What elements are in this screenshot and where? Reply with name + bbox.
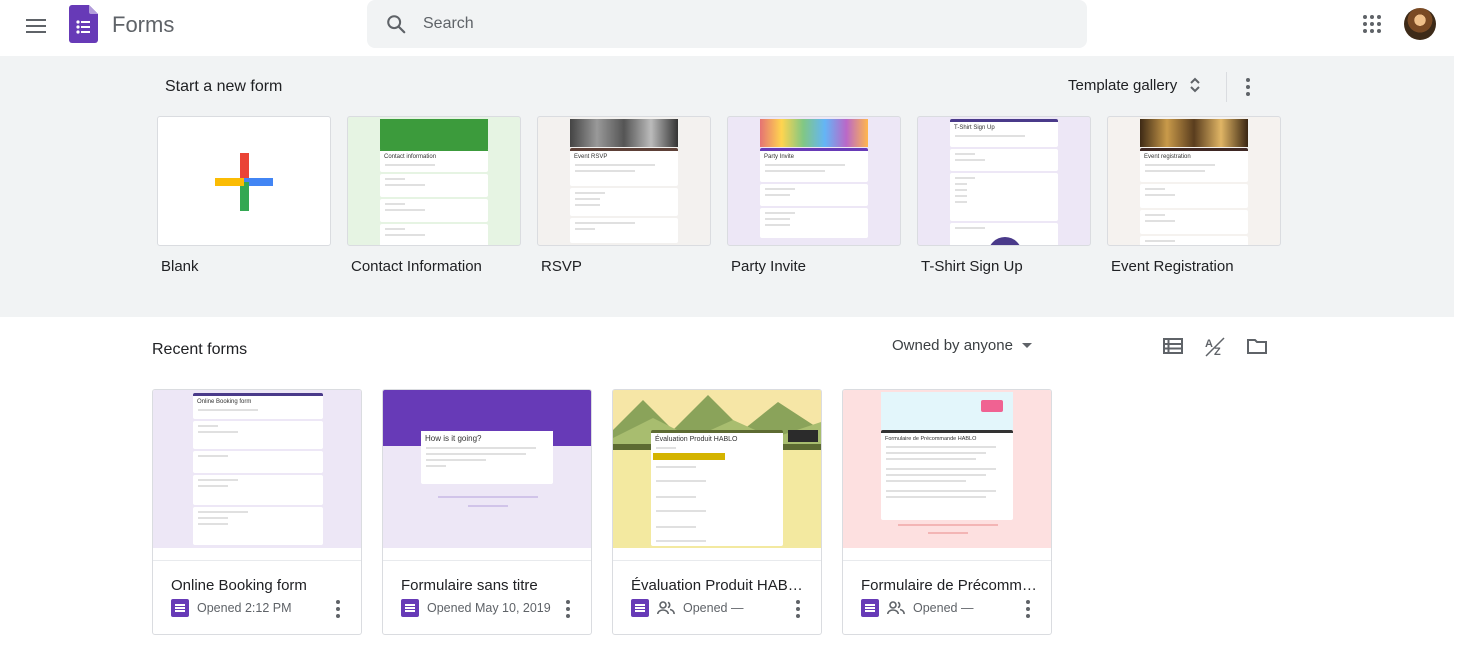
preview-title: Évaluation Produit HABLO: [655, 436, 738, 443]
preview-title: Party Invite: [764, 154, 795, 160]
search-icon[interactable]: [385, 13, 407, 35]
forms-logo-icon[interactable]: [69, 5, 98, 43]
form-meta: Opened 2:12 PM: [171, 598, 292, 618]
preview-title: How is it going?: [425, 434, 482, 443]
forms-icon: [631, 599, 649, 617]
template-event-card[interactable]: Event registration: [1107, 116, 1281, 246]
form-meta: Opened —: [861, 598, 973, 618]
arrow-drop-down-icon: [1021, 342, 1032, 348]
template-party-card[interactable]: Party Invite: [727, 116, 901, 246]
card-divider: [383, 560, 591, 561]
recent-forms-title: Recent forms: [152, 341, 248, 358]
template-rsvp[interactable]: Event RSVP RSVP: [537, 116, 711, 275]
form-name: Évaluation Produit HABLO: [631, 577, 807, 594]
shared-people-icon: [657, 601, 675, 615]
recent-form-card[interactable]: Formulaire de Précommande HABLO Formulai…: [842, 389, 1052, 635]
preview-title: Event registration: [1144, 154, 1191, 160]
more-vert-icon[interactable]: [793, 599, 803, 619]
card-divider: [843, 560, 1051, 561]
form-opened-time: Opened —: [683, 601, 744, 615]
form-thumbnail: How is it going?: [383, 390, 591, 548]
form-thumbnail: Évaluation Produit HABLO: [613, 390, 821, 548]
folder-icon[interactable]: [1246, 335, 1268, 357]
app-name[interactable]: Forms: [112, 12, 174, 38]
template-gallery-button[interactable]: Template gallery: [1068, 76, 1201, 94]
template-tshirt-card[interactable]: T-Shirt Sign Up: [917, 116, 1091, 246]
account-avatar[interactable]: [1404, 8, 1436, 40]
template-label: Event Registration: [1111, 258, 1234, 275]
recent-form-card[interactable]: Online Booking form Online Booking form …: [152, 389, 362, 635]
form-name: Online Booking form: [171, 577, 307, 594]
card-divider: [613, 560, 821, 561]
preview-title: Event RSVP: [574, 154, 608, 160]
forms-icon: [401, 599, 419, 617]
list-view-icon[interactable]: [1162, 335, 1184, 357]
template-label: Contact Information: [351, 258, 482, 275]
template-contact-information[interactable]: Contact information Contact Information: [347, 116, 521, 275]
form-name: Formulaire sans titre: [401, 577, 538, 594]
divider: [1226, 72, 1227, 102]
template-tshirt-sign-up[interactable]: T-Shirt Sign Up T-Shirt Sign Up: [917, 116, 1091, 275]
more-vert-icon[interactable]: [563, 599, 573, 619]
form-opened-time: Opened —: [913, 601, 974, 615]
form-meta: Opened May 10, 2019: [401, 598, 551, 618]
form-name: Formulaire de Précomma...: [861, 577, 1037, 594]
template-rsvp-card[interactable]: Event RSVP: [537, 116, 711, 246]
recent-form-card[interactable]: How is it going? Formulaire sans titre O…: [382, 389, 592, 635]
google-apps-icon[interactable]: [1362, 14, 1382, 34]
form-thumbnail: Formulaire de Précommande HABLO: [843, 390, 1051, 548]
form-meta: Opened —: [631, 598, 743, 618]
template-contact-card[interactable]: Contact information: [347, 116, 521, 246]
more-vert-icon[interactable]: [333, 599, 343, 619]
template-party-invite[interactable]: Party Invite Party Invite: [727, 116, 901, 275]
template-event-registration[interactable]: Event registration Event Registration: [1107, 116, 1281, 275]
form-opened-time: Opened 2:12 PM: [197, 601, 292, 615]
template-blank-card[interactable]: [157, 116, 331, 246]
card-divider: [153, 560, 361, 561]
template-label: Blank: [161, 258, 199, 275]
preview-title: T-Shirt Sign Up: [954, 125, 995, 131]
unfold-icon: [1190, 77, 1200, 93]
main-menu-icon[interactable]: [24, 14, 48, 38]
preview-title: Online Booking form: [197, 399, 252, 405]
preview-title: Contact information: [384, 154, 437, 160]
top-app-bar: Forms: [0, 0, 1470, 56]
forms-icon: [861, 599, 879, 617]
svg-text:A: A: [1205, 338, 1213, 350]
template-blank[interactable]: Blank: [157, 116, 331, 275]
form-thumbnail: Online Booking form: [153, 390, 361, 548]
template-label: T-Shirt Sign Up: [921, 258, 1023, 275]
more-vert-icon[interactable]: [1238, 76, 1258, 98]
template-label: Party Invite: [731, 258, 807, 275]
search-bar[interactable]: [367, 0, 1087, 48]
template-label: RSVP: [541, 258, 582, 275]
preview-title: Formulaire de Précommande HABLO: [885, 436, 977, 442]
owner-filter-dropdown[interactable]: Owned by anyone: [892, 337, 1033, 354]
template-gallery-label: Template gallery: [1068, 76, 1178, 94]
sort-az-icon[interactable]: A Z: [1204, 335, 1226, 357]
new-form-section: Start a new form Template gallery Blank …: [0, 56, 1454, 317]
forms-icon: [171, 599, 189, 617]
new-form-title: Start a new form: [165, 78, 283, 95]
plus-icon: [215, 153, 273, 211]
form-opened-time: Opened May 10, 2019: [427, 601, 551, 615]
recent-form-card[interactable]: Évaluation Produit HABLO Évaluation Prod…: [612, 389, 822, 635]
shared-people-icon: [887, 601, 905, 615]
owner-filter-label: Owned by anyone: [892, 337, 1013, 354]
search-input[interactable]: [423, 0, 1063, 48]
more-vert-icon[interactable]: [1023, 599, 1033, 619]
